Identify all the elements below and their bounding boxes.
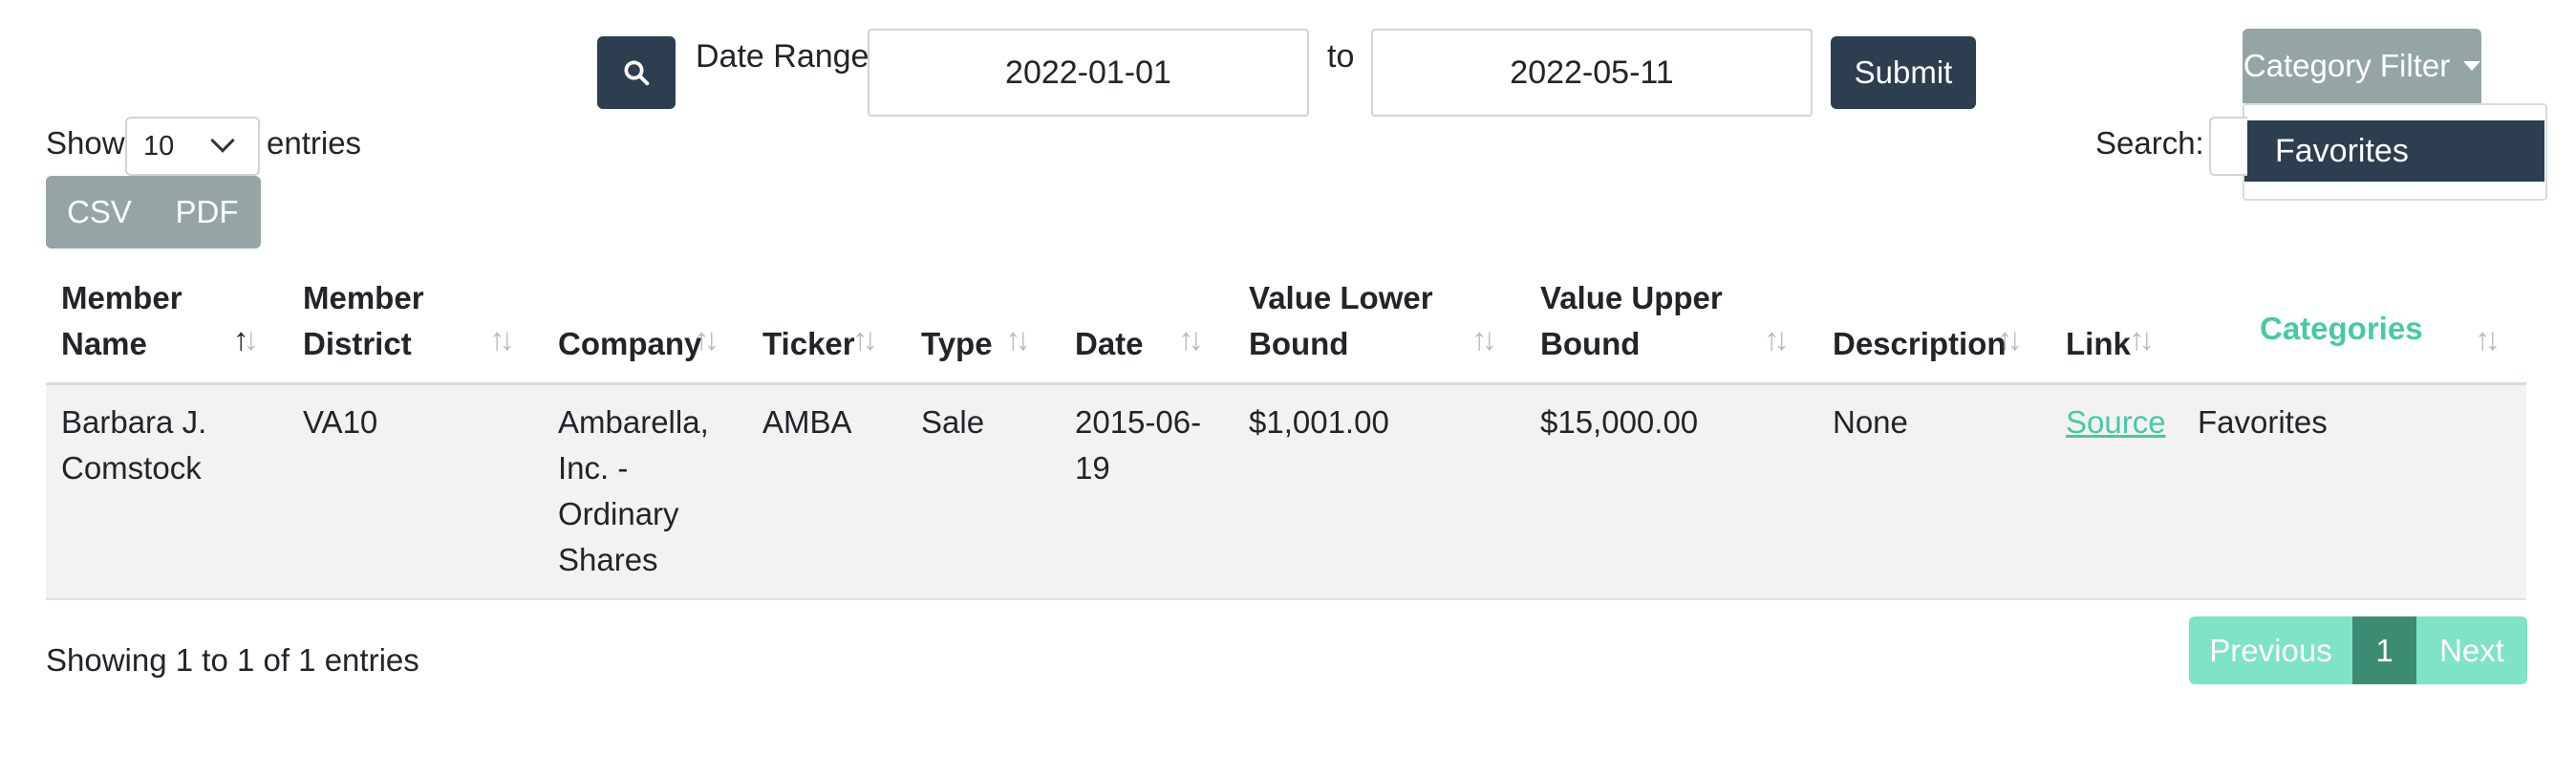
sort-icon[interactable]: ↑↓ <box>1471 321 1497 357</box>
date-range-label: Date Range: <box>696 38 878 75</box>
previous-button[interactable]: Previous <box>2189 616 2352 684</box>
sort-asc-icon[interactable]: ↑↓ <box>233 321 259 357</box>
export-button-group: CSV PDF <box>46 176 261 249</box>
next-button[interactable]: Next <box>2416 616 2527 684</box>
cell-date: 2015-06-19 <box>1075 404 1202 486</box>
search-icon <box>624 60 650 86</box>
sort-icon[interactable]: ↑↓ <box>2475 321 2501 357</box>
column-header-value-upper-bound[interactable]: Value Upper Bound <box>1540 275 1741 367</box>
table-info: Showing 1 to 1 of 1 entries <box>46 642 419 678</box>
column-header-ticker[interactable]: Ticker <box>762 321 855 367</box>
column-header-date[interactable]: Date <box>1075 321 1144 367</box>
category-filter-button[interactable]: Category Filter <box>2243 29 2481 103</box>
submit-button[interactable]: Submit <box>1831 36 1976 109</box>
to-label: to <box>1327 38 1355 75</box>
entries-length-select[interactable]: 10 <box>125 117 260 176</box>
end-date-input[interactable]: 2022-05-11 <box>1371 29 1813 117</box>
sort-icon[interactable]: ↑↓ <box>2129 321 2155 357</box>
category-filter-label: Category Filter <box>2243 48 2451 83</box>
page-1-button[interactable]: 1 <box>2352 616 2416 684</box>
cell-description: None <box>1833 404 1908 440</box>
cell-company: Ambarella, Inc. - Ordinary Shares <box>558 404 709 577</box>
sort-icon[interactable]: ↑↓ <box>852 321 878 357</box>
search-button[interactable] <box>597 36 676 109</box>
cell-categories: Favorites <box>2198 404 2328 440</box>
start-date-input[interactable]: 2022-01-01 <box>868 29 1309 117</box>
show-label: Show <box>46 125 125 161</box>
column-header-link[interactable]: Link <box>2066 321 2131 367</box>
sort-icon[interactable]: ↑↓ <box>694 321 719 357</box>
sort-icon[interactable]: ↑↓ <box>1178 321 1204 357</box>
source-link[interactable]: Source <box>2066 400 2166 445</box>
row-divider <box>46 598 2526 600</box>
chevron-down-icon <box>210 128 235 153</box>
column-header-member-name[interactable]: Member Name <box>61 275 233 367</box>
csv-button[interactable]: CSV <box>46 176 153 249</box>
cell-value-upper-bound: $15,000.00 <box>1540 404 1699 440</box>
sort-icon[interactable]: ↑↓ <box>1005 321 1031 357</box>
sort-icon[interactable]: ↑↓ <box>1764 321 1790 357</box>
pagination: Previous 1 Next <box>2189 616 2527 684</box>
column-header-value-lower-bound[interactable]: Value Lower Bound <box>1249 275 1449 367</box>
sort-icon[interactable]: ↑↓ <box>1997 321 2023 357</box>
column-header-description[interactable]: Description <box>1833 321 2007 367</box>
column-header-categories[interactable]: Categories <box>2260 306 2423 352</box>
pdf-button[interactable]: PDF <box>153 176 261 249</box>
caret-down-icon <box>2463 61 2481 71</box>
cell-member-name: Barbara J. Comstock <box>61 404 207 486</box>
cell-value-lower-bound: $1,001.00 <box>1249 404 1389 440</box>
cell-type: Sale <box>921 404 985 440</box>
cell-ticker: AMBA <box>762 404 852 440</box>
entries-length-value: 10 <box>143 131 175 162</box>
search-label: Search: <box>2095 125 2204 161</box>
sort-icon[interactable]: ↑↓ <box>489 321 515 357</box>
column-header-member-district[interactable]: Member District <box>303 275 456 367</box>
column-header-type[interactable]: Type <box>921 321 993 367</box>
column-header-company[interactable]: Company <box>558 321 701 367</box>
entries-label: entries <box>267 125 362 161</box>
cell-member-district: VA10 <box>303 404 378 440</box>
search-input[interactable] <box>2209 117 2247 176</box>
category-option-favorites[interactable]: Favorites <box>2244 120 2544 182</box>
